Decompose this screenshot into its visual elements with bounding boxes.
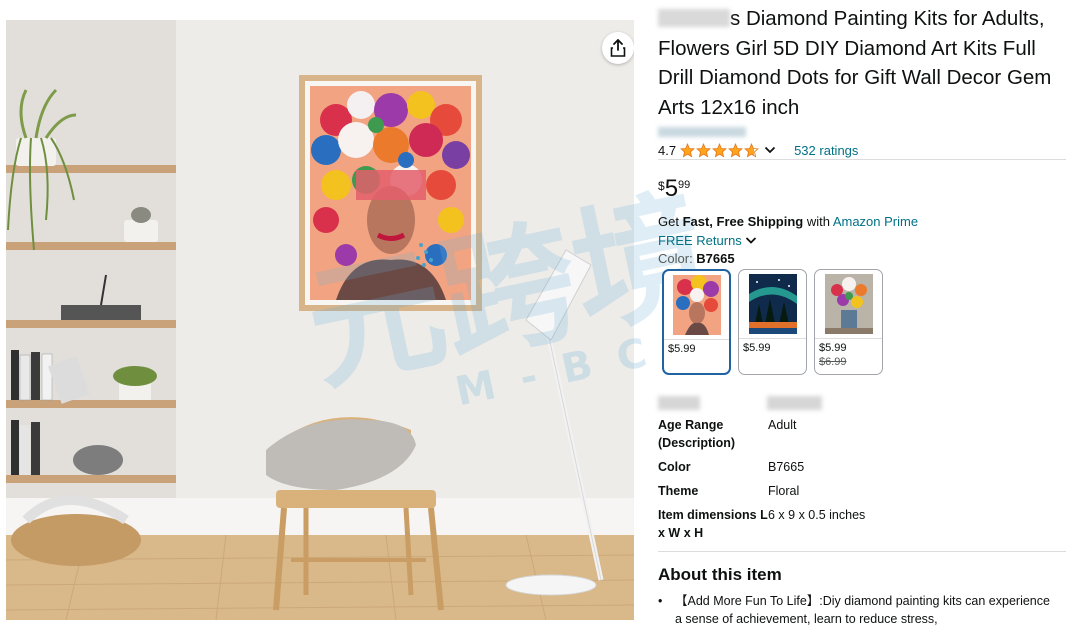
color-swatches: $5.99 $5.99 $5.99 $6.99 <box>662 269 883 375</box>
shipping-info: Get Fast, Free Shipping with Amazon Prim… <box>658 214 918 229</box>
divider <box>658 159 1066 160</box>
color-swatch-1[interactable]: $5.99 <box>662 269 731 375</box>
swatch-thumbnail-flower-vase <box>824 274 873 334</box>
swatch-old-price: $6.99 <box>819 356 847 368</box>
redacted-spec-heading <box>767 396 822 410</box>
spec-row: Item dimensions L x W x H 6 x 9 x 0.5 in… <box>658 506 1070 542</box>
stars-icon <box>680 142 760 157</box>
product-main-image[interactable] <box>6 20 634 620</box>
divider <box>658 551 1066 552</box>
color-swatch-2[interactable]: $5.99 <box>738 269 807 375</box>
spec-value: Adult <box>768 418 797 432</box>
spec-key: Color <box>658 460 691 474</box>
spec-value: B7665 <box>768 460 805 474</box>
swatch-divider <box>739 338 806 339</box>
spec-value: Floral <box>768 484 800 498</box>
spec-row: Color B7665 <box>658 458 1070 476</box>
ratings-count-link[interactable]: 532 ratings <box>794 143 858 158</box>
color-label: Color: B7665 <box>658 251 735 266</box>
swatch-price: $5.99 <box>819 342 847 354</box>
swatch-thumbnail-night-forest <box>748 274 797 334</box>
redacted-brand <box>658 9 730 27</box>
color-swatch-3[interactable]: $5.99 $6.99 <box>814 269 883 375</box>
about-title: About this item <box>658 565 782 584</box>
about-bullet: • 【Add More Fun To Life】:Diy diamond pai… <box>658 592 1058 626</box>
store-link[interactable] <box>658 124 746 138</box>
swatch-price: $5.99 <box>743 342 771 354</box>
bullet-dot: • <box>658 594 663 608</box>
product-title: s Diamond Painting Kits for Adults, Flow… <box>658 4 1070 122</box>
free-returns-link[interactable]: FREE Returns <box>658 233 757 248</box>
chevron-down-icon <box>745 237 756 244</box>
spec-key: Age Range (Description) <box>658 418 736 450</box>
color-label-text: Color: <box>658 251 697 266</box>
redacted-store-name <box>658 126 746 137</box>
share-button[interactable] <box>602 32 634 64</box>
price-fraction: 99 <box>678 179 691 191</box>
price: $ 5 99 <box>658 176 690 202</box>
prime-link[interactable]: Amazon Prime <box>833 214 918 229</box>
swatch-divider <box>664 339 729 340</box>
share-icon <box>610 39 626 57</box>
room-scene-image <box>6 20 634 620</box>
color-selected-value: B7665 <box>696 251 735 266</box>
price-whole: 5 <box>664 175 679 202</box>
spec-key: Theme <box>658 484 699 498</box>
title-prefix: s Diamond Painting Kits for <box>730 7 978 30</box>
shipping-bold: Fast, Free Shipping <box>682 214 804 229</box>
price-symbol: $ <box>658 179 665 193</box>
swatch-thumbnail-flowers-girl <box>672 275 721 335</box>
spec-key: Item dimensions L x W x H <box>658 508 768 540</box>
rating-row: 4.7 532 ratings <box>658 141 858 159</box>
swatch-divider <box>815 338 882 339</box>
redacted-spec-heading <box>658 396 700 410</box>
rating-value: 4.7 <box>658 142 677 158</box>
shipping-prefix: Get <box>658 214 683 229</box>
spec-value: 6 x 9 x 0.5 inches <box>768 508 866 522</box>
swatch-price: $5.99 <box>668 343 696 355</box>
product-specs: Age Range (Description) Adult Color B766… <box>658 416 1070 542</box>
bullet-text: 【Add More Fun To Life】:Diy diamond paint… <box>675 594 1050 626</box>
shipping-middle: with <box>803 214 833 229</box>
chevron-down-icon[interactable] <box>764 145 776 155</box>
spec-row: Theme Floral <box>658 482 1070 500</box>
free-returns-label: FREE Returns <box>658 233 742 248</box>
spec-row: Age Range (Description) Adult <box>658 416 1070 452</box>
star-rating[interactable] <box>680 142 760 158</box>
